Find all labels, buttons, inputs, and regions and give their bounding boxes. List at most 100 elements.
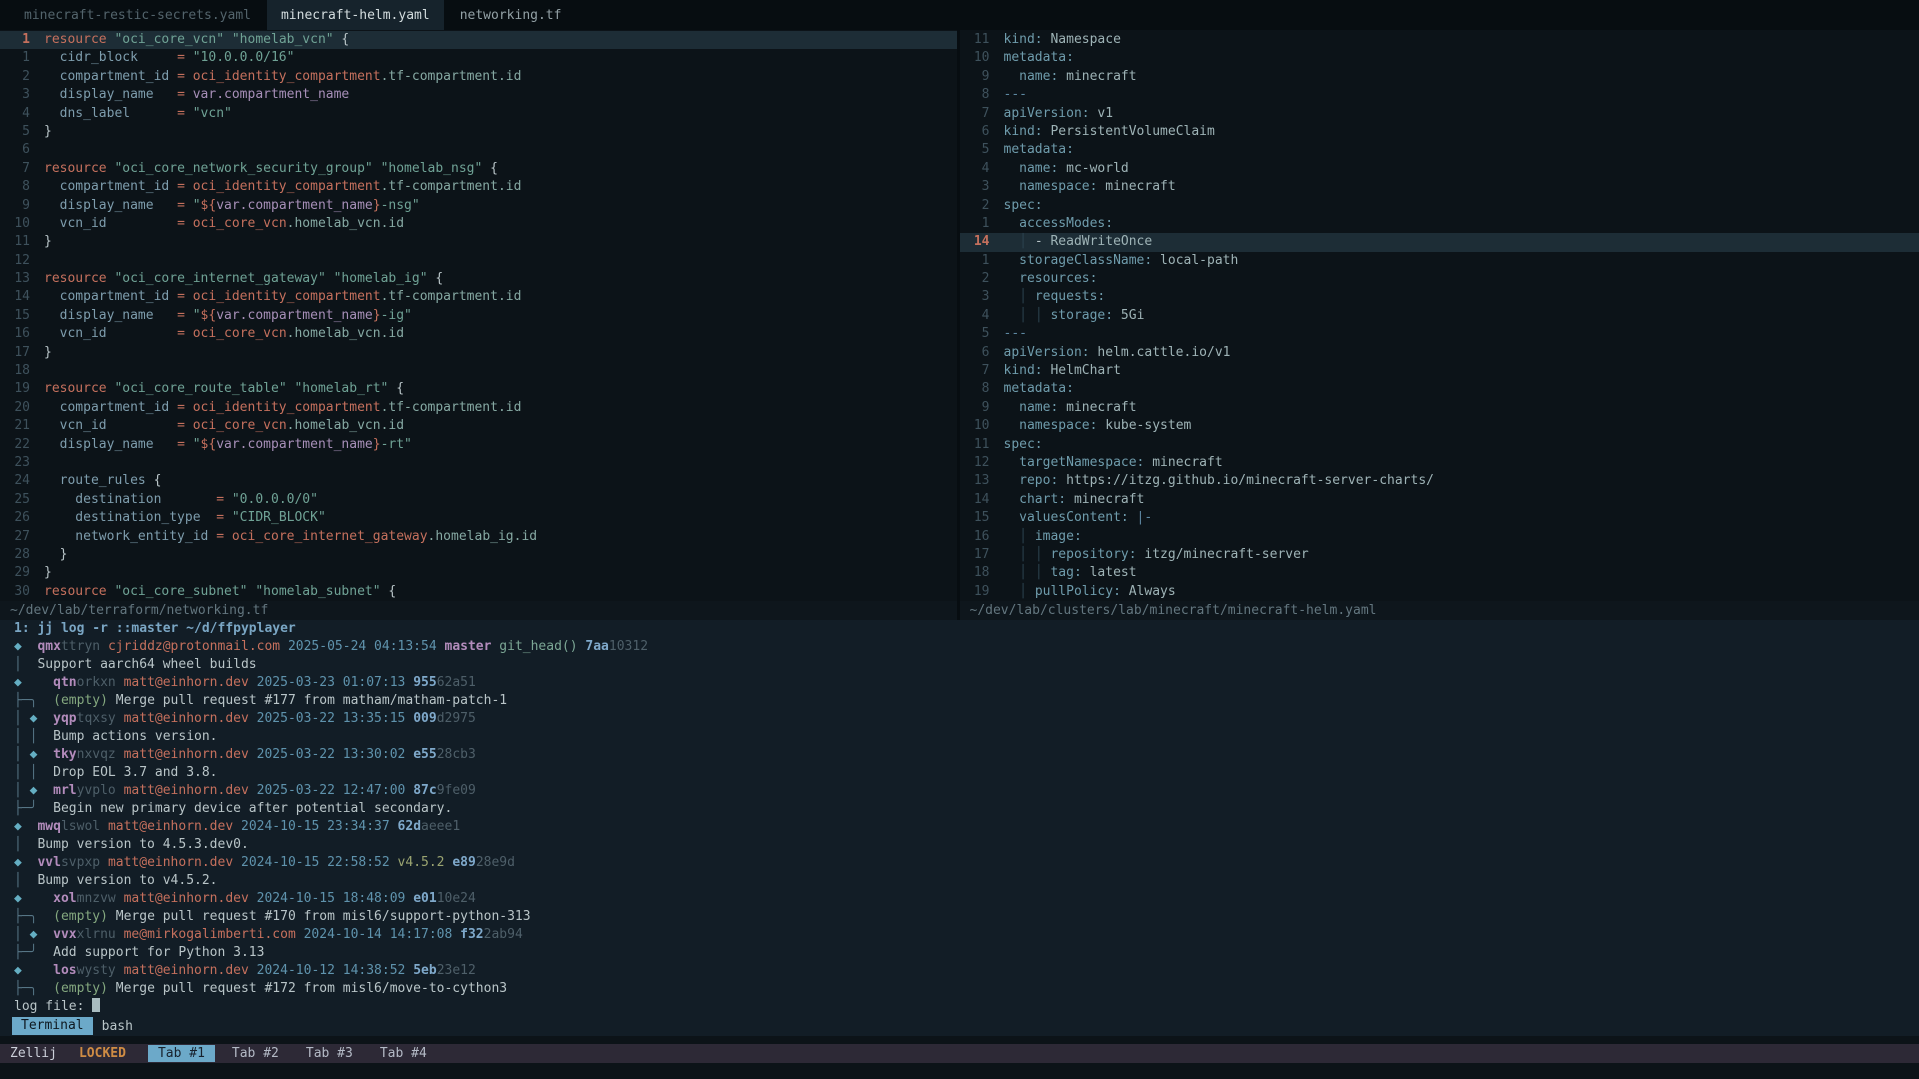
line-number: 10 bbox=[0, 215, 30, 233]
statusline-left-path: ~/dev/lab/terraform/networking.tf bbox=[0, 601, 957, 620]
code-line: 10metadata: bbox=[960, 49, 1919, 67]
line-number: 18 bbox=[0, 362, 30, 380]
code-line: 13resource "oci_core_internet_gateway" "… bbox=[0, 270, 957, 288]
line-number: 6 bbox=[0, 141, 30, 159]
code-line: 9 display_name = "${var.compartment_name… bbox=[0, 197, 957, 215]
editor-pane-networking-tf[interactable]: 1resource "oci_core_vcn" "homelab_vcn" {… bbox=[0, 30, 960, 620]
pane-shell-label: bash bbox=[102, 1019, 133, 1034]
code-line: 6kind: PersistentVolumeClaim bbox=[960, 123, 1919, 141]
code-line: 2 resources: bbox=[960, 270, 1919, 288]
log-line: │ Support aarch64 wheel builds bbox=[14, 656, 1919, 674]
line-number: 9 bbox=[960, 399, 990, 417]
code-line: 6apiVersion: helm.cattle.io/v1 bbox=[960, 344, 1919, 362]
line-number: 14 bbox=[0, 288, 30, 306]
line-number: 14 bbox=[960, 233, 990, 251]
code-line: 11} bbox=[0, 233, 957, 251]
line-number: 12 bbox=[960, 454, 990, 472]
code-line: 16 │ image: bbox=[960, 528, 1919, 546]
line-number: 8 bbox=[0, 178, 30, 196]
code-line: 1 accessModes: bbox=[960, 215, 1919, 233]
code-line: 16 vcn_id = oci_core_vcn.homelab_vcn.id bbox=[0, 325, 957, 343]
code-area-terraform[interactable]: 1resource "oci_core_vcn" "homelab_vcn" {… bbox=[0, 30, 957, 601]
code-line: 13 repo: https://itzg.github.io/minecraf… bbox=[960, 472, 1919, 490]
log-line: │ │ Drop EOL 3.7 and 3.8. bbox=[14, 764, 1919, 782]
line-number: 19 bbox=[0, 380, 30, 398]
bufferline-tab-minecraft-helm-yaml[interactable]: minecraft-helm.yaml bbox=[267, 0, 444, 30]
pane-title-chip[interactable]: Terminal bbox=[12, 1017, 93, 1035]
log-line: ◆ vvlsvpxp matt@einhorn.dev 2024-10-15 2… bbox=[14, 854, 1919, 872]
line-number: 4 bbox=[0, 105, 30, 123]
line-number: 13 bbox=[960, 472, 990, 490]
zellij-tab-tab-1[interactable]: Tab #1 bbox=[148, 1045, 215, 1062]
line-number: 21 bbox=[0, 417, 30, 435]
line-number: 9 bbox=[960, 68, 990, 86]
line-number: 1 bbox=[0, 49, 30, 67]
line-number: 11 bbox=[960, 31, 990, 49]
code-line: 7apiVersion: v1 bbox=[960, 105, 1919, 123]
line-number: 24 bbox=[0, 472, 30, 490]
code-line: 19resource "oci_core_route_table" "homel… bbox=[0, 380, 957, 398]
terminal-pane-title: 1: jj log -r ::master ~/d/ffpyplayer bbox=[14, 620, 1919, 638]
line-number: 2 bbox=[960, 197, 990, 215]
line-number: 5 bbox=[960, 141, 990, 159]
line-number: 23 bbox=[0, 454, 30, 472]
code-line: 10 namespace: kube-system bbox=[960, 417, 1919, 435]
editor-pane-minecraft-helm-yaml[interactable]: 11kind: Namespace10metadata: 9 name: mine… bbox=[960, 30, 1919, 620]
line-number: 10 bbox=[960, 417, 990, 435]
terminal-pane[interactable]: 1: jj log -r ::master ~/d/ffpyplayer ◆ q… bbox=[0, 620, 1919, 1016]
zellij-tab-tab-3[interactable]: Tab #3 bbox=[296, 1045, 363, 1062]
code-line: 6 bbox=[0, 141, 957, 159]
zellij-tab-tab-4[interactable]: Tab #4 bbox=[370, 1045, 437, 1062]
terminal-prompt-row[interactable]: log file: bbox=[14, 998, 1919, 1016]
code-line: 3 │ requests: bbox=[960, 288, 1919, 306]
zellij-logo-label: Zellij bbox=[10, 1046, 57, 1061]
code-line: 11kind: Namespace bbox=[960, 31, 1919, 49]
code-line: 8metadata: bbox=[960, 380, 1919, 398]
line-number: 4 bbox=[960, 307, 990, 325]
code-line: 1 cidr_block = "10.0.0.0/16" bbox=[0, 49, 957, 67]
code-line: 1resource "oci_core_vcn" "homelab_vcn" { bbox=[0, 31, 957, 49]
bufferline-tab-minecraft-restic-secrets-yaml[interactable]: minecraft-restic-secrets.yaml bbox=[10, 0, 265, 30]
line-number: 15 bbox=[0, 307, 30, 325]
code-line: 8--- bbox=[960, 86, 1919, 104]
log-line: │ ◆ yqptqxsy matt@einhorn.dev 2025-03-22… bbox=[14, 710, 1919, 728]
log-line: ◆ loswysty matt@einhorn.dev 2024-10-12 1… bbox=[14, 962, 1919, 980]
log-line: │ ◆ mrlyvplo matt@einhorn.dev 2025-03-22… bbox=[14, 782, 1919, 800]
code-line: 2 compartment_id = oci_identity_compartm… bbox=[0, 68, 957, 86]
line-number: 22 bbox=[0, 436, 30, 454]
line-number: 25 bbox=[0, 491, 30, 509]
code-line: 27 network_entity_id = oci_core_internet… bbox=[0, 528, 957, 546]
log-line: ├─╯ Begin new primary device after poten… bbox=[14, 800, 1919, 818]
zellij-screen: minecraft-restic-secrets.yamlminecraft-h… bbox=[0, 0, 1919, 1079]
bufferline-tab-networking-tf[interactable]: networking.tf bbox=[446, 0, 576, 30]
line-number: 20 bbox=[0, 399, 30, 417]
line-number: 17 bbox=[0, 344, 30, 362]
code-line: 12 bbox=[0, 252, 957, 270]
code-line: 15 display_name = "${var.compartment_nam… bbox=[0, 307, 957, 325]
log-line: ├─╯ Add support for Python 3.13 bbox=[14, 944, 1919, 962]
code-line: 7kind: HelmChart bbox=[960, 362, 1919, 380]
line-number: 4 bbox=[960, 160, 990, 178]
editor-split: 1resource "oci_core_vcn" "homelab_vcn" {… bbox=[0, 30, 1919, 620]
zellij-tab-tab-2[interactable]: Tab #2 bbox=[222, 1045, 289, 1062]
code-line: 7resource "oci_core_network_security_gro… bbox=[0, 160, 957, 178]
code-area-yaml[interactable]: 11kind: Namespace10metadata: 9 name: mine… bbox=[960, 30, 1919, 601]
code-line: 17 │ │ repository: itzg/minecraft-server bbox=[960, 546, 1919, 564]
terminal-prompt-text: log file: bbox=[14, 999, 92, 1014]
code-line: 24 route_rules { bbox=[0, 472, 957, 490]
code-line: 25 destination = "0.0.0.0/0" bbox=[0, 491, 957, 509]
line-number: 2 bbox=[0, 68, 30, 86]
code-line: 9 name: minecraft bbox=[960, 399, 1919, 417]
line-number: 29 bbox=[0, 564, 30, 582]
line-number: 10 bbox=[960, 49, 990, 67]
line-number: 1 bbox=[960, 215, 990, 233]
line-number: 3 bbox=[960, 288, 990, 306]
log-line: │ Bump version to 4.5.3.dev0. bbox=[14, 836, 1919, 854]
line-number: 3 bbox=[0, 86, 30, 104]
code-line: 20 compartment_id = oci_identity_compart… bbox=[0, 399, 957, 417]
line-number: 1 bbox=[960, 252, 990, 270]
code-line: 30resource "oci_core_subnet" "homelab_su… bbox=[0, 583, 957, 601]
log-line: ◆ mwqlswol matt@einhorn.dev 2024-10-15 2… bbox=[14, 818, 1919, 836]
log-line: │ ◆ vvxxlrnu me@mirkogalimberti.com 2024… bbox=[14, 926, 1919, 944]
line-number: 27 bbox=[0, 528, 30, 546]
